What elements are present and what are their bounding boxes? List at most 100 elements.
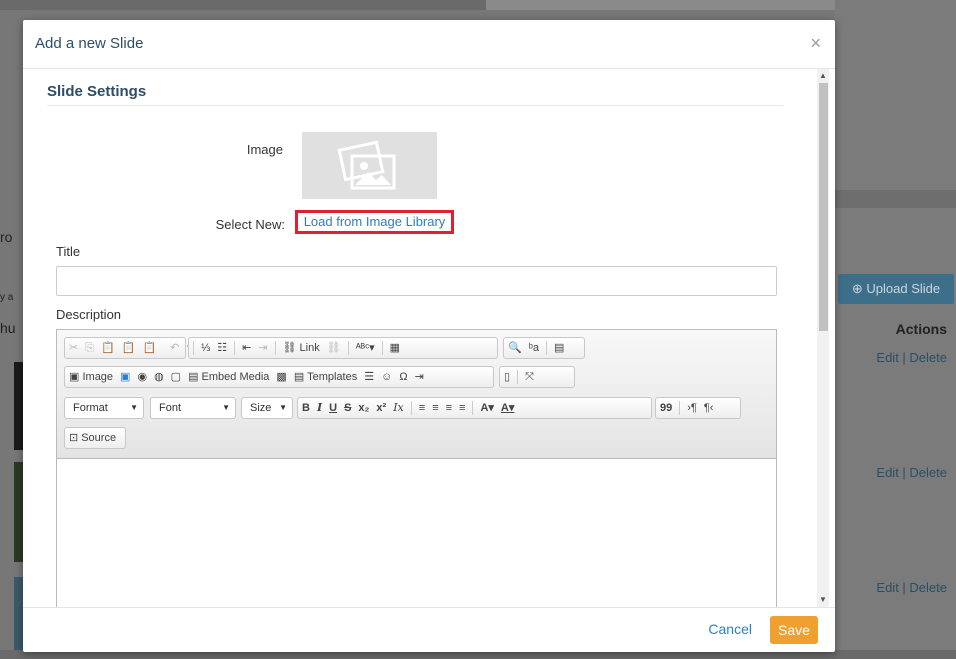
source-button[interactable]: ⊡ Source [64,427,126,449]
separator [381,341,383,355]
upload-slide-button[interactable]: ⊕ Upload Slide [838,274,954,304]
source-icon: ⊡ [69,432,79,444]
flash-icon[interactable]: ◉ [137,370,147,384]
bold-button[interactable]: B [302,401,310,415]
link-button[interactable]: ⛓ Link [283,341,320,355]
size-dropdown-label: Size [250,402,272,414]
separator [517,370,519,384]
chevron-down-icon: ▼ [130,403,138,412]
row-actions-1[interactable]: Edit | Delete [835,350,947,365]
text-color-icon[interactable]: A▾ [501,401,514,415]
modal-footer: Cancel Save [23,607,835,653]
outdent-icon[interactable]: ⇤ [242,341,251,355]
special-char-icon[interactable]: Ω [399,370,407,384]
remove-format-button[interactable]: Ix [393,401,404,415]
page-top-strip-right [486,0,835,10]
separator [410,401,412,415]
block-group: 99 ›¶ ¶‹ [655,397,741,419]
row-actions-2[interactable]: Edit | Delete [835,465,947,480]
embed-media-button[interactable]: ▤ Embed Media [188,370,269,384]
templates-icon: ▤ [293,371,305,383]
modal-header: Add a new Slide × [23,20,835,69]
size-dropdown[interactable]: Size ▼ [241,397,293,419]
slide-thumbnail-1 [14,362,23,450]
ltr-icon[interactable]: ›¶ [687,401,697,415]
bg-fragment-2: y a [0,292,14,303]
page-top-strip [0,0,486,10]
paste-text-icon[interactable]: 📋 [122,341,136,355]
format-dropdown[interactable]: Format ▼ [64,397,144,419]
underline-button[interactable]: U [329,401,337,415]
image-icon: ▣ [69,371,80,383]
title-label: Title [56,244,81,259]
strikethrough-button[interactable]: S [344,401,351,415]
page-break-icon[interactable]: ⇥ [415,370,424,384]
scrollbar-thumb[interactable] [819,83,828,331]
blockquote-icon[interactable]: 99 [660,401,672,415]
upload-slide-label: Upload Slide [866,281,941,296]
superscript-button[interactable]: x² [376,401,386,415]
find-icon[interactable]: 🔍 [508,341,522,355]
copy-icon[interactable]: ⎘ [85,341,94,355]
table-icon[interactable]: ▦ [390,341,400,355]
italic-button[interactable]: I [317,401,322,415]
paste-icon[interactable]: 📋 [101,341,115,355]
find-group: 🔍 ᵇa ▤ [503,337,585,359]
clipboard-group: ✂ ⎘ 📋 📋 📋 ↶ ↷ [64,337,196,359]
add-slide-modal: Add a new Slide × Slide Settings Image S… [23,20,835,652]
youtube-icon[interactable]: ▩ [276,370,286,384]
image-label: Image [246,142,283,157]
image-button[interactable]: ▣ Image [69,370,113,384]
bulleted-list-icon[interactable]: ☷ [217,341,227,355]
bg-fragment-3: hu [0,320,16,336]
close-icon[interactable]: × [810,33,821,54]
unlink-icon[interactable]: ⛓ [327,341,341,355]
separator [472,401,474,415]
editor-content-area[interactable] [57,459,776,607]
horizontal-line-icon[interactable]: ☰ [364,370,374,384]
lists-links-group: ⅓ ☷ ⇤ ⇥ ⛓ Link ⛓ ᴬᴮᶜ▾ ▦ [188,337,498,359]
description-label: Description [56,307,122,322]
rtl-icon[interactable]: ¶‹ [704,401,714,415]
subscript-button[interactable]: x₂ [358,401,369,415]
scroll-down-arrow-icon[interactable]: ▼ [817,595,829,605]
modal-scrollbar[interactable]: ▲ ▼ [817,69,829,607]
indent-icon[interactable]: ⇥ [258,341,267,355]
bg-fragment-1: ro [0,229,13,245]
templates-label: Templates [307,371,358,383]
embed-media-label: Embed Media [201,371,270,383]
cancel-button[interactable]: Cancel [708,621,752,637]
save-button[interactable]: Save [770,616,818,644]
source-label: Source [81,432,117,444]
iframe-icon[interactable]: ◍ [154,370,164,384]
scroll-up-arrow-icon[interactable]: ▲ [817,71,829,81]
show-blocks-icon[interactable]: ▤ [554,341,564,355]
preview-icon[interactable]: ▯ [504,370,510,384]
format-dropdown-label: Format [73,402,108,414]
align-right-icon[interactable]: ≡ [446,401,452,415]
paste-word-icon[interactable]: 📋 [142,341,156,355]
font-dropdown[interactable]: Font ▼ [150,397,236,419]
replace-icon[interactable]: ᵇa [529,341,539,355]
align-center-icon[interactable]: ≡ [432,401,438,415]
insert-image-icon[interactable]: ▣ [120,370,130,384]
undo-icon[interactable]: ↶ [170,341,179,355]
media-icon[interactable]: ▢ [171,370,181,384]
title-input[interactable] [56,266,777,296]
editor-toolbar: ✂ ⎘ 📋 📋 📋 ↶ ↷ ⅓ ☷ ⇤ ⇥ ⛓ L [57,330,776,459]
smiley-icon[interactable]: ☺ [381,370,392,384]
align-left-icon[interactable]: ≡ [419,401,425,415]
spellcheck-icon[interactable]: ᴬᴮᶜ▾ [356,341,375,355]
align-justify-icon[interactable]: ≡ [459,401,465,415]
row-actions-3[interactable]: Edit | Delete [835,580,947,595]
maximize-icon[interactable]: ⤧ [525,370,534,384]
numbered-list-icon[interactable]: ⅓ [201,341,210,355]
background-color-icon[interactable]: A▾ [480,401,493,415]
templates-button[interactable]: ▤ Templates [294,370,357,384]
description-rich-text-editor: ✂ ⎘ 📋 📋 📋 ↶ ↷ ⅓ ☷ ⇤ ⇥ ⛓ L [56,329,777,607]
image-placeholder [302,132,437,199]
link-icon: ⛓ [282,342,297,354]
cut-icon[interactable]: ✂ [69,341,78,355]
slide-thumbnail-2 [14,462,23,562]
load-from-image-library-link[interactable]: Load from Image Library [295,210,454,234]
